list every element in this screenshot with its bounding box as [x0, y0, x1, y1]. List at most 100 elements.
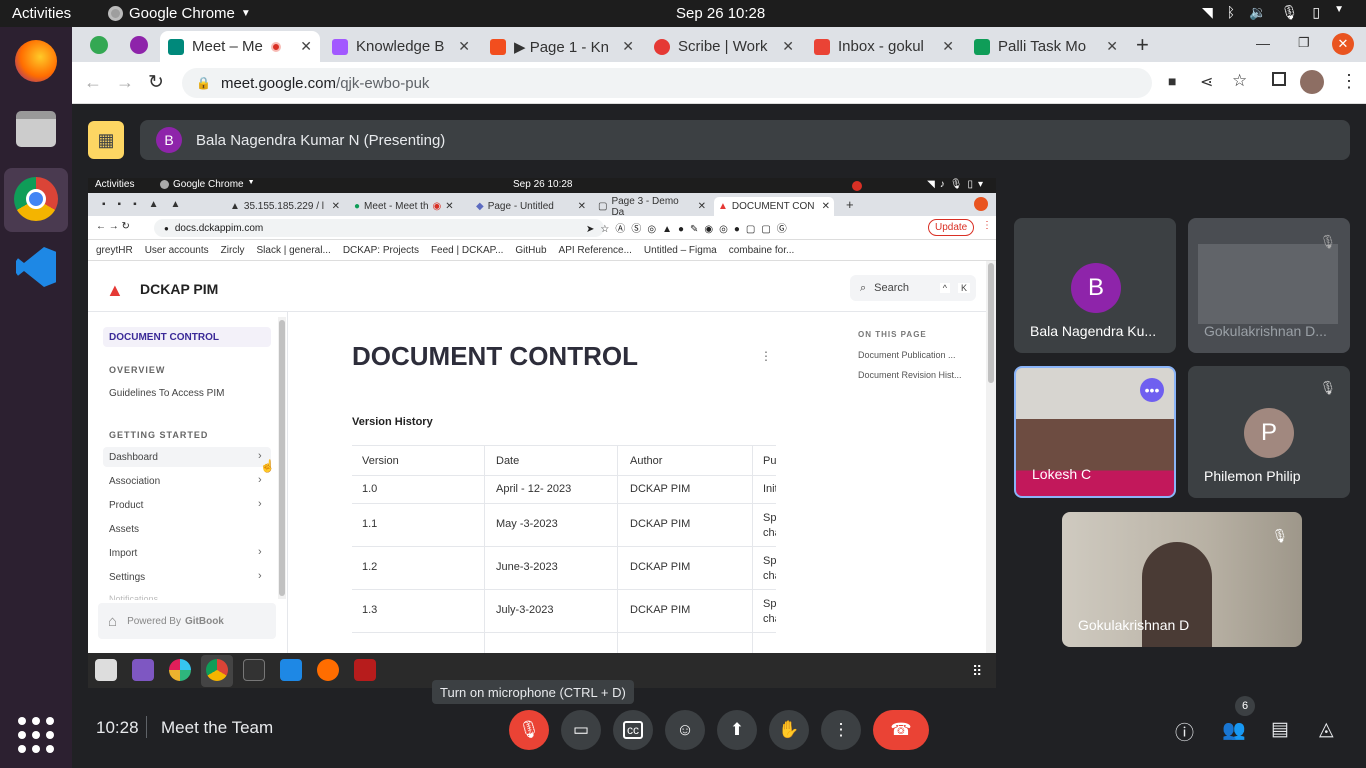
minimize-button[interactable]: —: [1256, 35, 1270, 51]
files-icon: [95, 659, 117, 681]
vscode-icon: [280, 659, 302, 681]
leave-call-button[interactable]: ☎: [873, 710, 929, 750]
present-button[interactable]: ⬆: [717, 710, 757, 750]
chat-icon[interactable]: ▤: [1271, 718, 1289, 741]
show-apps-icon[interactable]: [18, 717, 54, 753]
extension-icon[interactable]: [130, 36, 148, 54]
activities-icon[interactable]: ◬: [1319, 718, 1334, 741]
battery-icon: ▯: [1312, 4, 1321, 20]
divider: [287, 311, 288, 653]
participant-tile-speaking[interactable]: ••• Lokesh C: [1014, 366, 1176, 498]
tab-meet[interactable]: Meet – Me ✕: [160, 31, 320, 62]
tab-page1[interactable]: ▶ Page 1 - Kn ✕: [482, 31, 642, 62]
toc-item: Document Revision Hist...: [858, 370, 962, 380]
reactions-button[interactable]: ☺: [665, 710, 705, 750]
chevron-down-icon: ▼: [247, 179, 255, 186]
toc-header: ON THIS PAGE: [858, 330, 927, 339]
clock[interactable]: Sep 26 10:28: [676, 5, 765, 22]
meet-icon: [168, 38, 184, 55]
back-button[interactable]: ←: [84, 72, 102, 93]
search-icon: ⌕: [860, 281, 867, 294]
table-cell: 1.0: [362, 483, 378, 495]
chrome-icon: [108, 6, 123, 21]
presentation-icon[interactable]: ▦: [88, 121, 124, 159]
docs-search: ⌕ Search ^ K: [850, 275, 976, 301]
share-icon[interactable]: ⋖: [1200, 72, 1213, 92]
chrome-icon: [206, 659, 228, 681]
activities-button[interactable]: Activities: [12, 5, 71, 22]
tab-palli[interactable]: Palli Task Mo ✕: [966, 31, 1126, 62]
reload-button[interactable]: ↻: [148, 71, 164, 94]
close-icon[interactable]: ✕: [782, 38, 794, 55]
camera-icon[interactable]: ■: [1168, 73, 1176, 89]
captions-button[interactable]: cc: [613, 710, 653, 750]
side-panel-icon[interactable]: [1272, 72, 1286, 86]
address-bar[interactable]: 🔒 meet.google.com/qjk-ewbo-puk: [182, 68, 1152, 98]
chevron-right-icon: ›: [258, 570, 262, 582]
close-icon[interactable]: ✕: [1106, 38, 1118, 55]
more-options-button[interactable]: ⋮: [821, 710, 861, 750]
bookmark-star-icon[interactable]: ☆: [1232, 71, 1247, 91]
triangle-icon: ▲: [230, 201, 240, 212]
participant-tile[interactable]: P 🎙 Philemon Philip: [1188, 366, 1350, 498]
slack-icon: [169, 659, 191, 681]
tab-inbox[interactable]: Inbox - gokul ✕: [806, 31, 962, 62]
terminal-icon: [243, 659, 265, 681]
sheets-icon: [974, 38, 990, 55]
close-window-button[interactable]: ✕: [1332, 33, 1354, 55]
files-icon[interactable]: [12, 105, 60, 153]
bookmark-item: combaine for...: [728, 244, 795, 256]
version-table: Version Date Author Pu 1.0 April - 12- 2…: [352, 445, 776, 655]
table-header: Version: [362, 455, 399, 467]
browser-toolbar: ← → ↻ 🔒 meet.google.com/qjk-ewbo-puk ■ ⋖…: [72, 62, 1366, 104]
dckap-icon: ▲: [718, 201, 728, 212]
close-icon: ✕: [697, 201, 706, 212]
present-icon: ⬆: [729, 720, 745, 739]
bookmark-item: Untitled – Figma: [643, 244, 717, 256]
microphone-icon: 🎙: [1280, 4, 1299, 20]
mic-toggle-button[interactable]: 🎙: [509, 710, 549, 750]
app-menu[interactable]: Google Chrome ▼: [108, 5, 251, 22]
profile-avatar[interactable]: [1300, 70, 1324, 94]
shared-tab-active: ▲ DOCUMENT CON ✕: [714, 197, 834, 216]
vscode-icon[interactable]: [12, 243, 60, 291]
chrome-icon[interactable]: [12, 175, 60, 223]
table-cell: 1.2: [362, 561, 378, 573]
close-icon[interactable]: ✕: [622, 38, 634, 55]
tab-scribe[interactable]: Scribe | Work ✕: [646, 31, 802, 62]
mic-off-icon: 🎙: [1271, 528, 1288, 543]
shared-tray-icons: ◥♪🎙▯▾: [927, 179, 988, 190]
people-icon[interactable]: 👥: [1222, 718, 1246, 742]
more-icon: ⋮: [760, 349, 772, 363]
forward-button[interactable]: →: [116, 72, 134, 93]
maximize-button[interactable]: ❐: [1298, 35, 1310, 51]
extension-icon[interactable]: [90, 36, 108, 54]
participant-tile[interactable]: 🎙 Gokulakrishnan D...: [1188, 218, 1350, 353]
page-title: DOCUMENT CONTROL: [352, 341, 638, 371]
shared-tab-strip: ▪▪▪▲▲ ▲ 35.155.185.229 / l ✕ ● Meet - Meet …: [88, 193, 996, 218]
extension-icons: ➤☆ⒶⓈ◎▲●✎◉◎●▢▢Ⓖ: [586, 224, 793, 235]
shared-tab: ● Meet - Meet th ◉ ✕: [354, 201, 454, 212]
participant-tile[interactable]: B Bala Nagendra Ku...: [1014, 218, 1176, 353]
dock: [0, 27, 72, 768]
close-icon[interactable]: ✕: [300, 38, 312, 55]
table-cell: DCKAP PIM: [630, 561, 691, 573]
firefox-icon[interactable]: [12, 37, 60, 85]
camera-toggle-button[interactable]: ▭: [561, 710, 601, 750]
captions-icon: cc: [623, 721, 643, 739]
more-vert-icon: ⋮: [832, 720, 850, 739]
info-icon[interactable]: ⓘ: [1175, 718, 1194, 745]
system-tray[interactable]: ◥ ᛒ 🔉 🎙 ▯ ▼: [1202, 4, 1344, 21]
camera-icon: ▭: [572, 720, 590, 739]
close-icon[interactable]: ✕: [942, 38, 954, 55]
lock-icon: ●: [164, 223, 169, 233]
menu-icon[interactable]: ⋮: [1340, 71, 1358, 92]
raise-hand-button[interactable]: ✋: [769, 710, 809, 750]
url-path: /qjk-ewbo-puk: [336, 74, 430, 92]
new-tab-button[interactable]: +: [1136, 32, 1149, 58]
close-icon[interactable]: ✕: [458, 38, 470, 55]
self-tile[interactable]: 🎙 Gokulakrishnan D: [1062, 512, 1302, 647]
tab-knowledge[interactable]: Knowledge B ✕: [324, 31, 478, 62]
more-options-icon[interactable]: •••: [1140, 378, 1164, 402]
nav-item: Settings: [109, 572, 146, 583]
